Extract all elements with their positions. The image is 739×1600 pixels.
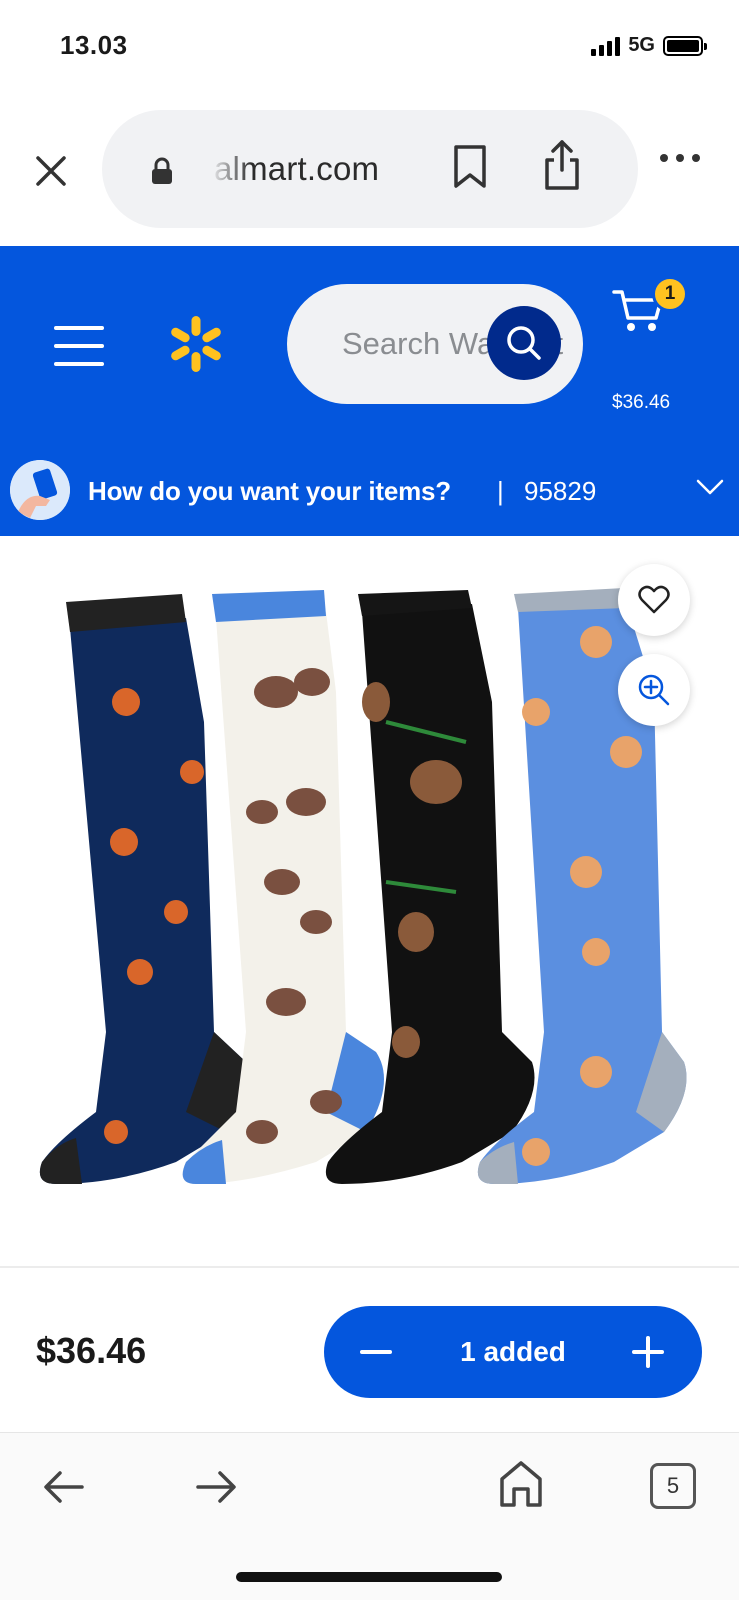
search-button[interactable] — [487, 306, 561, 380]
fulfillment-prompt: How do you want your items? — [88, 476, 451, 506]
close-icon[interactable] — [24, 144, 78, 198]
zoom-in-icon — [638, 674, 670, 706]
zip-code: 95829 — [524, 476, 597, 506]
status-bar: 13.03 5G — [0, 0, 739, 92]
share-icon[interactable] — [542, 138, 582, 192]
browser-toolbar: almart.com — [0, 92, 739, 246]
tabs-icon[interactable]: 5 — [650, 1463, 696, 1509]
product-image-area — [0, 536, 739, 1266]
forward-arrow-icon[interactable] — [194, 1467, 238, 1507]
product-socks-image[interactable] — [36, 572, 696, 1212]
address-bar[interactable]: almart.com — [102, 110, 638, 228]
quantity-stepper[interactable]: 1 added — [324, 1306, 702, 1398]
walmart-header: Search Walmart 1 $36.46 — [0, 246, 739, 446]
plus-icon[interactable] — [624, 1328, 672, 1376]
minus-icon[interactable] — [352, 1328, 400, 1376]
lock-icon — [152, 157, 172, 184]
signal-bars-icon — [591, 36, 621, 56]
search-input[interactable]: Search Walmart — [287, 284, 583, 404]
favorite-button[interactable] — [618, 564, 690, 636]
menu-icon[interactable] — [54, 326, 104, 366]
home-indicator[interactable] — [236, 1572, 502, 1582]
status-time: 13.03 — [60, 30, 128, 60]
more-icon[interactable] — [660, 154, 700, 162]
zoom-button[interactable] — [618, 654, 690, 726]
quantity-label: 1 added — [460, 1336, 566, 1367]
sock-navy-fox — [39, 594, 249, 1184]
buy-bar: $36.46 1 added — [0, 1268, 739, 1432]
bookmark-icon[interactable] — [452, 144, 488, 190]
home-icon[interactable] — [498, 1459, 544, 1509]
cart-total: $36.46 — [612, 392, 671, 413]
battery-icon — [663, 35, 707, 56]
spark-logo-icon[interactable] — [166, 314, 226, 374]
heart-icon — [638, 585, 670, 614]
chevron-down-icon — [696, 479, 724, 495]
product-price: $36.46 — [36, 1330, 147, 1371]
url-fade — [210, 146, 252, 196]
status-indicators: 5G — [591, 34, 707, 57]
store-avatar-icon — [10, 460, 70, 520]
network-type: 5G — [628, 34, 655, 56]
fulfillment-separator: | — [497, 476, 504, 506]
fulfillment-banner[interactable]: How do you want your items? | 95829 — [0, 446, 739, 536]
back-arrow-icon[interactable] — [42, 1467, 86, 1507]
cart-button[interactable]: 1 $36.46 — [612, 276, 712, 413]
search-icon — [507, 326, 541, 360]
cart-count-badge: 1 — [652, 276, 688, 312]
